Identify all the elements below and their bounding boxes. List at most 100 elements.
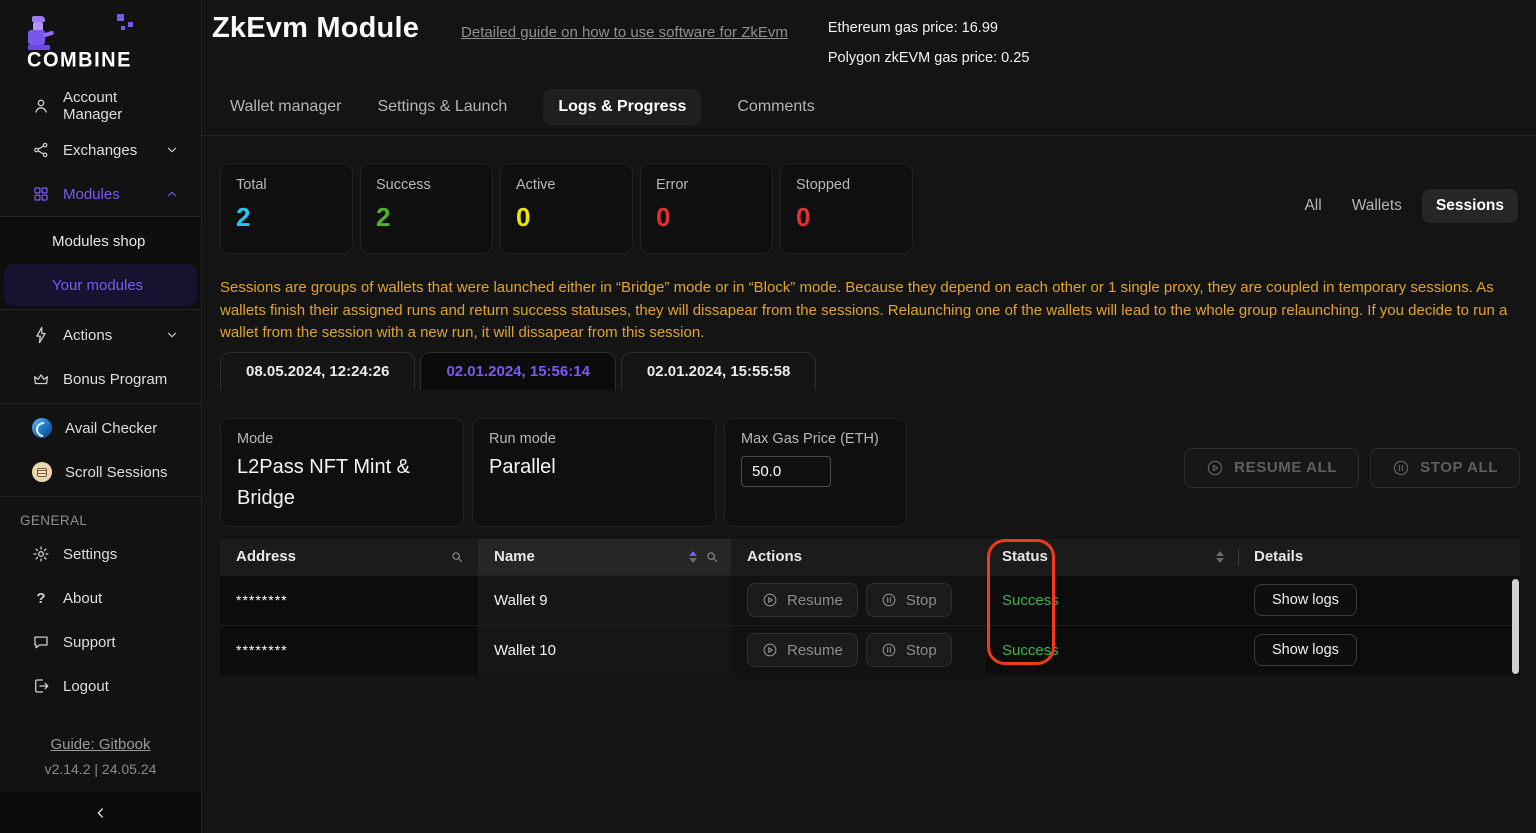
- sidebar-collapse-button[interactable]: [0, 792, 201, 833]
- sidebar-label: Avail Checker: [65, 420, 157, 437]
- max-gas-label: Max Gas Price (ETH): [741, 431, 890, 447]
- sidebar-item-actions[interactable]: Actions: [0, 313, 201, 357]
- play-circle-icon: [1206, 459, 1224, 477]
- resume-label: Resume: [787, 642, 843, 659]
- stat-value: 0: [656, 202, 757, 233]
- ethereum-gas-price: Ethereum gas price: 16.99: [828, 13, 1030, 43]
- stop-all-label: STOP ALL: [1420, 459, 1498, 476]
- sidebar-item-modules[interactable]: Modules: [0, 172, 201, 216]
- show-logs-button[interactable]: Show logs: [1254, 634, 1357, 666]
- stat-label: Error: [656, 177, 757, 193]
- detailed-guide-link[interactable]: Detailed guide on how to use software fo…: [461, 24, 788, 41]
- tab-logs-progress[interactable]: Logs & Progress: [543, 89, 701, 125]
- sidebar-item-scroll-sessions[interactable]: Scroll Sessions: [0, 450, 201, 494]
- person-icon: [32, 97, 50, 115]
- address-cell: ********: [220, 626, 478, 675]
- stat-label: Success: [376, 177, 477, 193]
- sidebar-item-modules-shop[interactable]: Modules shop: [0, 219, 201, 263]
- search-icon[interactable]: [705, 550, 719, 564]
- status-badge: Success: [1002, 642, 1059, 659]
- gas-prices: Ethereum gas price: 16.99 Polygon zkEVM …: [828, 13, 1030, 73]
- tab-comments[interactable]: Comments: [737, 89, 814, 125]
- session-tab-1[interactable]: 08.05.2024, 12:24:26: [220, 352, 415, 390]
- tab-settings-launch[interactable]: Settings & Launch: [377, 89, 507, 125]
- polygon-gas-price: Polygon zkEVM gas price: 0.25: [828, 43, 1030, 73]
- name-cell: Wallet 10: [478, 626, 731, 675]
- sidebar-label: Logout: [63, 678, 109, 695]
- sidebar-item-settings[interactable]: Settings: [0, 532, 201, 576]
- table-row: ******** Wallet 10 Resume Stop Success: [220, 625, 1520, 675]
- session-tabs: 08.05.2024, 12:24:26 02.01.2024, 15:56:1…: [220, 352, 1520, 390]
- logout-icon: [32, 677, 50, 695]
- stop-label: Stop: [906, 592, 937, 609]
- resume-button[interactable]: Resume: [747, 583, 858, 617]
- stat-value: 2: [376, 202, 477, 233]
- combine-logo[interactable]: COMBINE: [0, 8, 201, 74]
- page-header: ZkEvm Module Detailed guide on how to us…: [202, 0, 1536, 136]
- play-circle-icon: [762, 642, 778, 658]
- session-tab-3[interactable]: 02.01.2024, 15:55:58: [621, 352, 816, 390]
- chevron-up-icon: [165, 187, 179, 201]
- play-circle-icon: [762, 592, 778, 608]
- app-window: COMBINE Account Manager Exchanges Module…: [0, 0, 1536, 833]
- max-gas-input[interactable]: [741, 456, 831, 487]
- mode-value: L2Pass NFT Mint & Bridge: [237, 452, 447, 514]
- sidebar-item-exchanges[interactable]: Exchanges: [0, 128, 201, 172]
- filter-wallets[interactable]: Wallets: [1342, 189, 1412, 223]
- column-header-status[interactable]: Status: [986, 539, 1238, 575]
- table-scrollbar[interactable]: [1512, 579, 1519, 674]
- sidebar-label: Settings: [63, 546, 117, 563]
- tab-wallet-manager[interactable]: Wallet manager: [230, 89, 341, 125]
- logs-progress-content: Total 2 Success 2 Active 0 Error 0 Stopp…: [202, 136, 1536, 675]
- stats-row: Total 2 Success 2 Active 0 Error 0 Stopp…: [220, 163, 1520, 254]
- logo-pixel-icon: [121, 26, 125, 30]
- name-cell: Wallet 9: [478, 576, 731, 625]
- page-title: ZkEvm Module: [212, 12, 419, 45]
- sidebar-item-avail-checker[interactable]: Avail Checker: [0, 406, 201, 450]
- stat-value: 0: [516, 202, 617, 233]
- stop-button[interactable]: Stop: [866, 633, 952, 667]
- sort-arrows-icon[interactable]: [1216, 551, 1224, 563]
- divider: [0, 403, 201, 404]
- mode-card: Mode L2Pass NFT Mint & Bridge: [220, 418, 464, 527]
- logo-pixel-icon: [117, 14, 124, 21]
- resume-button[interactable]: Resume: [747, 633, 858, 667]
- logo-pixel-icon: [128, 22, 133, 27]
- max-gas-card: Max Gas Price (ETH): [724, 418, 907, 527]
- sidebar-label: Modules: [63, 186, 120, 203]
- resume-label: Resume: [787, 592, 843, 609]
- sort-arrows-icon[interactable]: [689, 551, 697, 563]
- column-header-name[interactable]: Name: [478, 539, 731, 575]
- divider: [0, 496, 201, 497]
- stat-value: 2: [236, 202, 337, 233]
- sidebar-item-your-modules[interactable]: Your modules: [4, 264, 197, 306]
- masked-address: ********: [236, 592, 288, 608]
- resume-all-button[interactable]: RESUME ALL: [1184, 448, 1359, 488]
- app-version: v2.14.2 | 24.05.24: [0, 761, 201, 777]
- stop-button[interactable]: Stop: [866, 583, 952, 617]
- pause-circle-icon: [1392, 459, 1410, 477]
- table-row: ******** Wallet 9 Resume Stop Success: [220, 575, 1520, 625]
- actions-cell: Resume Stop: [731, 626, 986, 675]
- sidebar-item-about[interactable]: ? About: [0, 576, 201, 620]
- run-mode-label: Run mode: [489, 431, 699, 447]
- sidebar-item-bonus-program[interactable]: Bonus Program: [0, 357, 201, 401]
- search-icon[interactable]: [450, 550, 464, 564]
- chevron-left-icon: [93, 805, 109, 821]
- sidebar-item-account-manager[interactable]: Account Manager: [0, 84, 201, 128]
- filter-all[interactable]: All: [1294, 189, 1331, 223]
- show-logs-button[interactable]: Show logs: [1254, 584, 1357, 616]
- column-label: Status: [1002, 548, 1048, 565]
- stat-card-active: Active 0: [500, 163, 633, 254]
- sidebar-item-support[interactable]: Support: [0, 620, 201, 664]
- column-label: Actions: [747, 548, 802, 565]
- gitbook-guide-link[interactable]: Guide: Gitbook: [0, 736, 201, 753]
- session-tab-2[interactable]: 02.01.2024, 15:56:14: [420, 352, 615, 390]
- stop-all-button[interactable]: STOP ALL: [1370, 448, 1520, 488]
- pause-circle-icon: [881, 592, 897, 608]
- sidebar-label: About: [63, 590, 102, 607]
- module-tabs: Wallet manager Settings & Launch Logs & …: [230, 89, 1520, 125]
- run-mode-card: Run mode Parallel: [472, 418, 716, 527]
- sidebar-item-logout[interactable]: Logout: [0, 664, 201, 708]
- filter-sessions[interactable]: Sessions: [1422, 189, 1518, 223]
